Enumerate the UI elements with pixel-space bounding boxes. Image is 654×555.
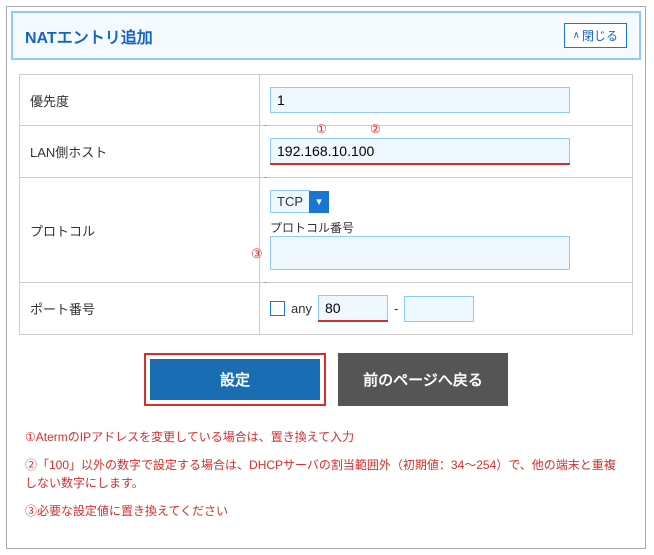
protocol-select-value: TCP [270, 190, 310, 213]
annotation-2: ② [370, 122, 381, 136]
lanhost-label: LAN側ホスト [20, 126, 260, 178]
close-label: 閉じる [582, 27, 618, 44]
submit-button[interactable]: 設定 [150, 359, 320, 400]
panel-header: NATエントリ追加 ∧ 閉じる [11, 11, 641, 60]
button-row: 設定 前のページへ戻る [7, 335, 645, 428]
nat-form-table: 優先度 LAN側ホスト ① ② プロトコル [19, 74, 633, 335]
submit-highlight-box: 設定 [144, 353, 326, 406]
port-any-label: any [291, 301, 312, 316]
port-from-input[interactable] [318, 295, 388, 320]
priority-label: 優先度 [20, 75, 260, 126]
nat-entry-panel: NATエントリ追加 ∧ 閉じる 優先度 LAN側ホスト ① ② [6, 6, 646, 549]
port-dash: - [394, 301, 398, 316]
chevron-up-icon: ∧ [573, 30, 580, 41]
close-button[interactable]: ∧ 閉じる [564, 23, 627, 48]
note-2: ②「100」以外の数字で設定する場合は、DHCPサーバの割当範囲外（初期値：34… [25, 456, 627, 492]
protocol-select-dropdown[interactable]: ▾ [309, 191, 329, 213]
protocol-number-input[interactable] [270, 236, 570, 270]
port-label: ポート番号 [20, 283, 260, 335]
annotation-3: ③ [251, 246, 263, 262]
chevron-down-icon: ▾ [316, 195, 322, 208]
notes-section: ①AtermのIPアドレスを変更している場合は、置き換えて入力 ②「100」以外… [7, 428, 645, 548]
protocol-label: プロトコル [20, 178, 260, 283]
back-button[interactable]: 前のページへ戻る [338, 353, 508, 406]
lanhost-input[interactable] [270, 138, 570, 163]
priority-input[interactable] [270, 87, 570, 113]
port-any-checkbox[interactable] [270, 301, 285, 316]
note-3: ③必要な設定値に置き換えてください [25, 502, 627, 520]
annotation-1: ① [316, 122, 327, 136]
panel-title: NATエントリ追加 [25, 24, 153, 48]
protocol-number-label: プロトコル番号 [270, 219, 622, 236]
note-1: ①AtermのIPアドレスを変更している場合は、置き換えて入力 [25, 428, 627, 446]
port-to-input[interactable] [404, 296, 474, 322]
